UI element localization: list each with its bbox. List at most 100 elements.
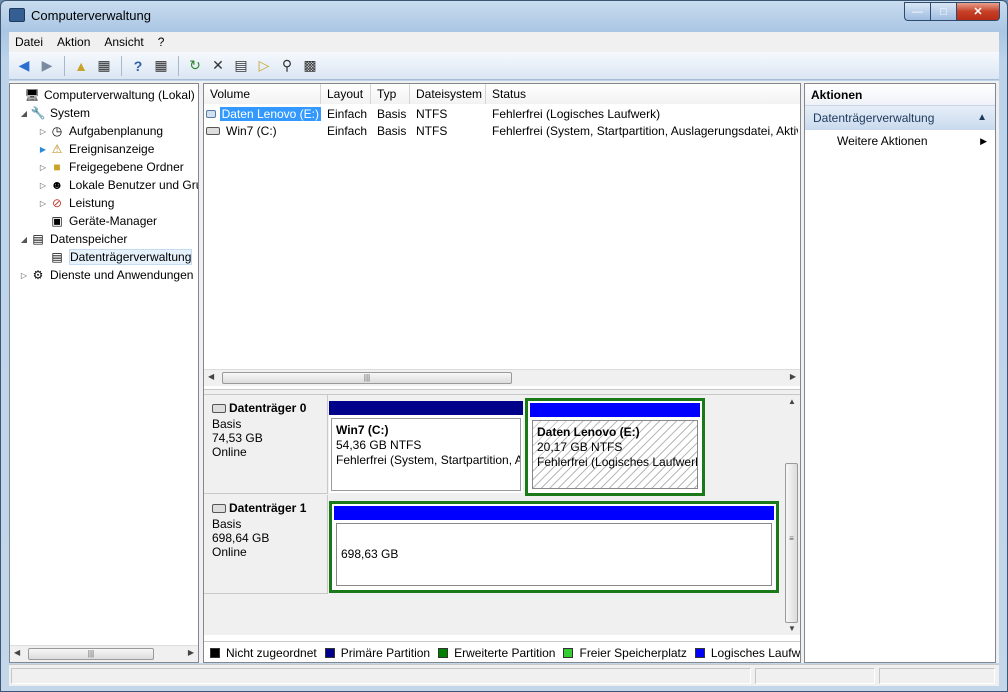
- tree-horizontal-scrollbar[interactable]: ◀ ||| ▶: [10, 645, 198, 662]
- collapse-icon[interactable]: ▲: [977, 106, 987, 130]
- scroll-right-icon[interactable]: ▶: [790, 372, 796, 381]
- tree-item-leistung[interactable]: ▷ ⊘ Leistung: [37, 194, 114, 212]
- disk-size: 698,64 GB: [212, 531, 270, 545]
- actions-section-datentraegerverwaltung[interactable]: Datenträgerverwaltung ▲: [805, 106, 995, 130]
- volume-list-horizontal-scrollbar[interactable]: ◀ ||| ▶: [204, 369, 800, 386]
- disk-0-info[interactable]: Datenträger 0 Basis 74,53 GB Online: [204, 395, 328, 494]
- properties-icon[interactable]: ▤: [230, 55, 252, 77]
- computer-icon: 🖥: [24, 88, 40, 102]
- tree-item-geraete-manager[interactable]: ▣ Geräte-Manager: [37, 212, 157, 230]
- disk-management-icon: ▤: [51, 250, 63, 264]
- tree-item-freigegebene-ordner[interactable]: ▷ ■ Freigegebene Ordner: [37, 158, 184, 176]
- volume-row[interactable]: Daten Lenovo (E:) Einfach Basis NTFS Feh…: [204, 105, 800, 122]
- partition-status: Fehlerfrei (System, Startpartition, A: [336, 453, 521, 467]
- menu-bar: Datei Aktion Ansicht ?: [9, 32, 999, 52]
- tree-item-system[interactable]: ◢ 🔧 System: [18, 104, 90, 122]
- partition-name: Win7 (C:): [336, 423, 389, 437]
- help-icon[interactable]: ?: [127, 55, 149, 77]
- column-header-typ[interactable]: Typ: [371, 84, 410, 104]
- menu-help[interactable]: ?: [158, 35, 165, 49]
- maximize-button[interactable]: □: [930, 2, 956, 21]
- menu-datei[interactable]: Datei: [15, 35, 43, 49]
- open-folder-icon[interactable]: ▷: [253, 55, 275, 77]
- legend-item: Nicht zugeordnet: [210, 646, 317, 660]
- actions-title: Aktionen: [805, 84, 995, 106]
- settings-icon[interactable]: ▩: [299, 55, 321, 77]
- partition-win7[interactable]: Win7 (C:) 54,36 GB NTFS Fehlerfrei (Syst…: [329, 401, 523, 493]
- tree-item-ereignisanzeige[interactable]: ▶ ⚠ Ereignisanzeige: [37, 140, 154, 158]
- tree-item-dienste-anwendungen[interactable]: ▷ ⚙ Dienste und Anwendungen: [18, 266, 194, 284]
- volume-type: Basis: [377, 106, 407, 121]
- disk-state: Online: [212, 545, 247, 559]
- scroll-left-icon[interactable]: ◀: [208, 372, 214, 381]
- volume-name: Daten Lenovo (E:): [219, 106, 321, 121]
- tree-item-lokale-benutzer[interactable]: ▷ ☻ Lokale Benutzer und Gru: [37, 176, 198, 194]
- expand-icon[interactable]: ▷: [37, 181, 49, 190]
- minimize-button[interactable]: —: [904, 2, 930, 21]
- disk-vertical-scrollbar[interactable]: ▲ ≡ ▼: [784, 395, 800, 635]
- expand-icon[interactable]: ▷: [37, 127, 49, 136]
- scrollbar-thumb[interactable]: ≡: [785, 463, 798, 623]
- refresh-icon[interactable]: ↻: [184, 55, 206, 77]
- scrollbar-thumb[interactable]: |||: [28, 648, 154, 660]
- volume-layout: Einfach: [327, 106, 368, 121]
- disk-name: Datenträger 1: [229, 501, 307, 515]
- disk-1-info[interactable]: Datenträger 1 Basis 698,64 GB Online: [204, 495, 328, 594]
- scroll-right-icon[interactable]: ▶: [188, 648, 194, 657]
- scroll-down-icon[interactable]: ▼: [788, 624, 796, 633]
- forward-arrow-icon[interactable]: ▶: [36, 55, 58, 77]
- expand-icon[interactable]: ▶: [37, 145, 49, 154]
- partition-size: 54,36 GB NTFS: [336, 438, 422, 452]
- partition-size: 698,63 GB: [341, 547, 399, 561]
- tree-item-datentraegerverwaltung[interactable]: ▤ Datenträgerverwaltung: [37, 248, 193, 266]
- expand-icon[interactable]: ▷: [37, 199, 49, 208]
- tree-item-computerverwaltung[interactable]: 🖥 Computerverwaltung (Lokal): [12, 86, 194, 104]
- tools-icon: 🔧: [30, 106, 46, 120]
- scrollbar-thumb[interactable]: |||: [222, 372, 512, 384]
- volume-status: Fehlerfrei (System, Startpartition, Ausl…: [492, 123, 798, 138]
- window-title: Computerverwaltung: [31, 8, 151, 23]
- content-area: 🖥 Computerverwaltung (Lokal) ◢ 🔧 System ▷ ◷ A…: [9, 81, 999, 663]
- delete-icon[interactable]: ✕: [207, 55, 229, 77]
- close-button[interactable]: ✕: [956, 2, 1000, 21]
- search-icon[interactable]: ⚲: [276, 55, 298, 77]
- title-bar[interactable]: Computerverwaltung — □ ✕: [1, 1, 1007, 31]
- scroll-left-icon[interactable]: ◀: [14, 648, 20, 657]
- collapse-icon[interactable]: ◢: [18, 235, 30, 244]
- show-hide-action-pane-icon[interactable]: ▦: [150, 55, 172, 77]
- volume-row[interactable]: Win7 (C:) Einfach Basis NTFS Fehlerfrei …: [204, 122, 800, 139]
- legend-item: Logisches Laufwerk: [694, 646, 800, 660]
- services-icon: ⚙: [32, 268, 44, 282]
- expand-icon[interactable]: ▷: [18, 271, 30, 280]
- partition-size: 20,17 GB NTFS: [537, 440, 623, 454]
- volume-filesystem: NTFS: [416, 123, 448, 138]
- disk-type: Basis: [212, 417, 242, 431]
- menu-aktion[interactable]: Aktion: [57, 35, 90, 49]
- partition-disk1[interactable]: 698,63 GB: [329, 501, 779, 593]
- users-icon: ☻: [50, 178, 64, 192]
- volume-list-header: Volume Layout Typ Dateisystem Status: [204, 84, 800, 104]
- scroll-up-icon[interactable]: ▲: [788, 397, 796, 406]
- status-bar: [9, 664, 999, 686]
- show-hide-tree-icon[interactable]: ▦: [93, 55, 115, 77]
- volume-status: Fehlerfrei (Logisches Laufwerk): [492, 106, 661, 121]
- drive-icon: [206, 126, 220, 135]
- partition-daten-lenovo[interactable]: Daten Lenovo (E:) 20,17 GB NTFS Fehlerfr…: [525, 398, 705, 496]
- menu-ansicht[interactable]: Ansicht: [104, 35, 143, 49]
- up-folder-icon[interactable]: ▲: [70, 55, 92, 77]
- column-header-volume[interactable]: Volume: [204, 84, 321, 104]
- back-arrow-icon[interactable]: ◀: [13, 55, 35, 77]
- column-header-layout[interactable]: Layout: [321, 84, 371, 104]
- volume-layout: Einfach: [327, 123, 368, 138]
- main-window: Computerverwaltung — □ ✕ Datei Aktion An…: [0, 0, 1008, 692]
- column-header-status[interactable]: Status: [486, 84, 800, 104]
- status-panel: [879, 668, 995, 684]
- column-header-dateisystem[interactable]: Dateisystem: [410, 84, 486, 104]
- legend-item: Freier Speicherplatz: [563, 646, 687, 660]
- action-weitere-aktionen[interactable]: Weitere Aktionen ▶: [805, 130, 995, 152]
- expand-icon[interactable]: ▷: [37, 163, 49, 172]
- tree-item-datenspeicher[interactable]: ◢ ▤ Datenspeicher: [18, 230, 127, 248]
- collapse-icon[interactable]: ◢: [18, 109, 30, 118]
- tree-item-aufgabenplanung[interactable]: ▷ ◷ Aufgabenplanung: [37, 122, 163, 140]
- volume-name: Win7 (C:): [226, 123, 277, 138]
